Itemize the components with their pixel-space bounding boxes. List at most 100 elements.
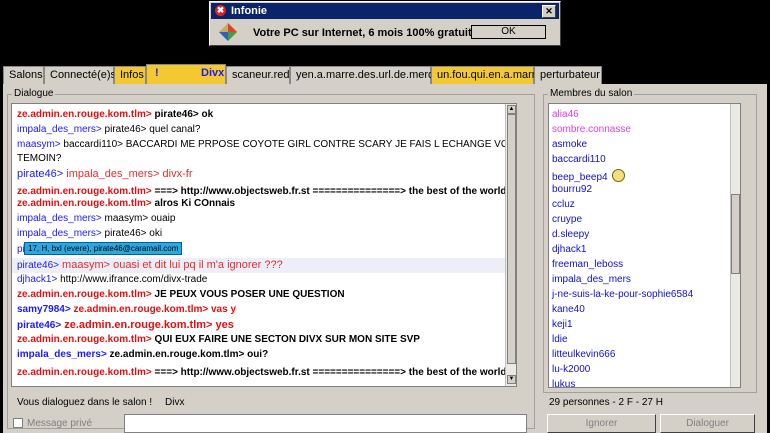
- chat-nick: maasym>: [17, 139, 61, 150]
- dialogue-group-label: Dialogue: [12, 88, 56, 99]
- chat-line: pirate46> impala_des_mers> divx-fr: [17, 168, 193, 180]
- chat-nick: samy7984>: [17, 304, 71, 315]
- member-item[interactable]: ldie: [552, 334, 568, 345]
- chat-text: pirate46> oki: [101, 228, 163, 239]
- chat-line: impala_des_mers> pirate46> oki: [17, 228, 162, 239]
- chat-line: pirate46> ze.admin.en.rouge.kom.tlm> yes: [17, 319, 234, 331]
- chat-text: ===> http://www.objectsweb.fr.st =======…: [151, 367, 514, 378]
- chat-nick: ze.admin.en.rouge.kom.tlm>: [17, 334, 152, 345]
- chat-nick: ze.admin.en.rouge.kom.tlm>: [17, 186, 152, 197]
- member-item[interactable]: litteulkevin666: [552, 349, 615, 360]
- chat-text: ze.admin.en.rouge.kom.tlm> vas y: [70, 304, 237, 315]
- chat-nick: pirate46>: [17, 260, 59, 271]
- chat-nick: impala_des_mers>: [17, 213, 102, 224]
- chat-nick: impala_des_mers>: [17, 228, 102, 239]
- chat-nick: ze.admin.en.rouge.kom.tlm>: [17, 198, 152, 209]
- chat-line: impala_des_mers> ze.admin.en.rouge.kom.t…: [17, 349, 268, 360]
- status-text: Vous dialoguez dans le salon !: [17, 397, 153, 408]
- chat-line: ze.admin.en.rouge.kom.tlm> ===> http://w…: [17, 364, 516, 378]
- chat-line: djhack1> http://www.ifrance.com/divx-tra…: [17, 274, 207, 285]
- chat-line: ze.admin.en.rouge.kom.tlm> QUI EUX FAIRE…: [17, 334, 420, 345]
- member-item[interactable]: keji1: [552, 319, 573, 330]
- popup-close-button[interactable]: ✕: [542, 5, 556, 18]
- chat-text: TEMOIN?: [17, 153, 62, 164]
- chat-line: samy7984> ze.admin.en.rouge.kom.tlm> vas…: [17, 304, 236, 315]
- chat-text: maasym> ouaip: [101, 213, 176, 224]
- chat-nick: ze.admin.en.rouge.kom.tlm>: [17, 109, 152, 120]
- member-item[interactable]: asmoke: [552, 139, 587, 150]
- scroll-up-arrow-icon[interactable]: ▲: [507, 105, 516, 114]
- member-item[interactable]: djhack1: [552, 244, 586, 255]
- tab-connectes[interactable]: Connecté(e)s: [44, 66, 116, 84]
- members-list: alia46 sombre.connasse asmoke baccardi11…: [548, 103, 741, 388]
- chat-nick: impala_des_mers>: [17, 349, 107, 360]
- member-item[interactable]: freeman_leboss: [552, 259, 623, 270]
- chat-nick: pirate46>: [17, 320, 62, 331]
- chat-line: TEMOIN?: [17, 153, 61, 164]
- chat-nick: ze.admin.en.rouge.kom.tlm>: [17, 289, 152, 300]
- tab-infos[interactable]: Infos: [114, 66, 146, 84]
- chat-line: pirate46> maasym> ouasi et dit lui pq il…: [17, 259, 283, 271]
- member-item[interactable]: sombre.connasse: [552, 124, 631, 135]
- member-item[interactable]: lukus: [552, 379, 575, 387]
- member-item[interactable]: alia46: [552, 109, 579, 120]
- chat-scrollbar[interactable]: ▲ ▼: [505, 104, 516, 386]
- chat-line: ze.admin.en.rouge.kom.tlm> JE PEUX VOUS …: [17, 289, 345, 300]
- private-message-label: Message privé: [27, 418, 93, 429]
- scroll-down-arrow-icon[interactable]: ▼: [507, 375, 516, 384]
- tab-salons[interactable]: Salons: [3, 66, 44, 84]
- chat-text: QUI EUX FAIRE UNE SECTON DIVX SUR MON SI…: [151, 334, 420, 345]
- tab-scaneur-red[interactable]: scaneur.red: [226, 66, 290, 84]
- chat-nick: djhack1>: [17, 274, 58, 285]
- member-item[interactable]: bourru92: [552, 184, 592, 195]
- tab-yen-a-marre[interactable]: yen.a.marre.des.url.de.merde: [290, 66, 440, 84]
- member-item[interactable]: cruype: [552, 214, 582, 225]
- ignore-button[interactable]: Ignorer: [547, 414, 656, 433]
- member-item[interactable]: impala_des_mers: [552, 274, 631, 285]
- chat-text: http://www.ifrance.com/divx-trade: [57, 274, 208, 285]
- chat-nick: impala_des_mers>: [17, 124, 102, 135]
- chat-nick: ze.admin.en.rouge.kom.tlm>: [17, 367, 152, 378]
- member-item[interactable]: j-ne-suis-la-ke-pour-sophie6584: [552, 289, 693, 300]
- chat-text: ze.admin.en.rouge.kom.tlm> oui?: [106, 349, 269, 360]
- member-item[interactable]: baccardi110: [552, 154, 606, 165]
- user-tooltip: 17, H, bxl (evere), pirate46@caramail.co…: [24, 242, 183, 255]
- member-item[interactable]: d.sleepy: [552, 229, 589, 240]
- popup-title: Infonie: [231, 5, 268, 17]
- member-item[interactable]: beep_beep4: [552, 169, 625, 183]
- status-salon: Divx: [165, 397, 185, 408]
- tab-divx-label: Divx: [201, 67, 225, 79]
- dialogue-button[interactable]: Dialoguer: [660, 414, 755, 433]
- chat-text: pirate46> ok: [151, 109, 214, 120]
- members-scrollbar[interactable]: [730, 104, 740, 387]
- chat-text: impala_des_mers> divx-fr: [63, 168, 193, 180]
- message-input[interactable]: [124, 414, 527, 433]
- chat-line: impala_des_mers> maasym> ouaip: [17, 213, 175, 224]
- chat-nick: pirate46>: [17, 168, 64, 180]
- member-item[interactable]: ccluz: [552, 199, 575, 210]
- tab-divx[interactable]: ! Divx: [146, 64, 226, 84]
- scroll-thumb[interactable]: [507, 114, 516, 364]
- chat-text: maasym> ouasi et dit lui pq il m'a ignor…: [58, 259, 283, 271]
- members-scroll-thumb[interactable]: [731, 194, 740, 274]
- private-message-checkbox[interactable]: [13, 418, 23, 428]
- members-group-label: Membres du salon: [548, 88, 635, 99]
- error-icon: ✖: [215, 5, 226, 16]
- chat-line: impala_des_mers> pirate46> quel canal?: [17, 124, 200, 135]
- chat-text: JE PEUX VOUS POSER UNE QUESTION: [151, 289, 345, 300]
- infonie-logo-icon: [219, 23, 237, 41]
- member-item[interactable]: lu-k2000: [552, 364, 590, 375]
- popup-ok-button[interactable]: OK: [471, 25, 546, 39]
- tab-un-fou[interactable]: un.fou.qui.en.a.marre: [431, 66, 542, 84]
- sunglasses-smiley-icon: [611, 169, 625, 182]
- popup-titlebar: ✖ Infonie ✕: [211, 3, 559, 19]
- chat-line: ze.admin.en.rouge.kom.tlm> alros Ki COnn…: [17, 198, 235, 209]
- members-count: 29 personnes - 2 F - 27 H: [549, 397, 663, 408]
- chat-text: pirate46> quel canal?: [101, 124, 201, 135]
- chat-line: maasym> baccardi110> BACCARDI ME PRPOSE …: [17, 139, 516, 150]
- member-item[interactable]: kane40: [552, 304, 585, 315]
- tab-perturbateur[interactable]: perturbateur: [534, 66, 602, 84]
- tab-divx-alert: !: [155, 67, 159, 79]
- chat-line: ze.admin.en.rouge.kom.tlm> pirate46> ok: [17, 109, 213, 120]
- chat-line: ze.admin.en.rouge.kom.tlm> ===> http://w…: [17, 183, 516, 197]
